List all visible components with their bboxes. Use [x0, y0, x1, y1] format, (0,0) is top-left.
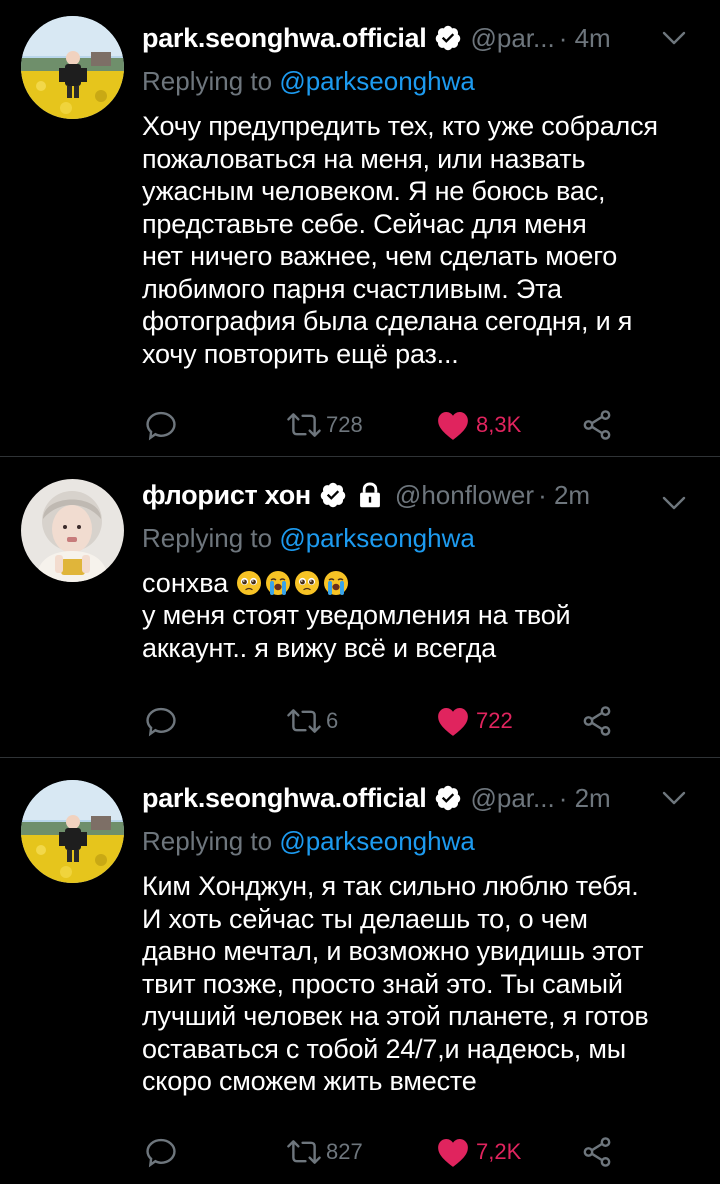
- replying-to: Replying to @parkseonghwa: [142, 523, 475, 553]
- author-handle[interactable]: @par...: [470, 23, 554, 54]
- like-count: 722: [476, 708, 513, 733]
- like-button[interactable]: 722: [436, 701, 513, 741]
- verified-badge-icon: [320, 482, 346, 508]
- reply-icon: [146, 411, 176, 441]
- loudly-crying-face-icon: [324, 571, 349, 595]
- replying-handle-link[interactable]: @parkseonghwa: [279, 826, 475, 856]
- share-icon: [583, 1137, 611, 1167]
- heart-icon: [438, 707, 468, 736]
- replying-to: Replying to @parkseonghwa: [142, 66, 475, 96]
- tweet-actions: 6 722: [142, 701, 622, 741]
- author-handle[interactable]: @par...: [470, 783, 554, 814]
- heart-icon: [438, 411, 468, 440]
- chevron-down-icon[interactable]: [660, 28, 688, 48]
- verified-badge-icon: [436, 785, 461, 811]
- author-name[interactable]: park.seonghwa.official: [142, 23, 427, 54]
- replying-handle-link[interactable]: @parkseonghwa: [279, 66, 475, 96]
- author-name[interactable]: park.seonghwa.official: [142, 783, 427, 814]
- retweet-icon: [287, 709, 321, 733]
- tweet-actions: 728 8,3K: [142, 405, 622, 445]
- author-name[interactable]: флорист хон: [142, 480, 311, 511]
- reply-icon: [146, 707, 176, 737]
- retweet-icon: [287, 1140, 321, 1164]
- like-count: 8,3K: [476, 412, 522, 437]
- tweet-text: Ким Хонджун, я так сильно люблю тебя. И …: [142, 871, 649, 1096]
- reply-icon: [146, 1138, 176, 1168]
- tweet-text: Хочу предупредить тех, кто уже собрался …: [142, 111, 658, 369]
- like-button[interactable]: 7,2K: [436, 1132, 521, 1172]
- verified-badge-icon: [436, 25, 461, 51]
- replying-handle-link[interactable]: @parkseonghwa: [279, 523, 475, 553]
- timestamp[interactable]: · 2m: [559, 783, 611, 814]
- share-icon: [583, 706, 611, 736]
- chevron-down-icon[interactable]: [660, 788, 688, 808]
- timestamp[interactable]: · 4m: [559, 23, 611, 54]
- reply-button[interactable]: [144, 701, 178, 741]
- like-button[interactable]: 8,3K: [436, 405, 521, 445]
- tweet[interactable]: флорист хон @honflower · 2m Replying to …: [0, 457, 720, 758]
- timestamp[interactable]: · 2m: [538, 480, 590, 511]
- replying-to: Replying to @parkseonghwa: [142, 826, 475, 856]
- retweet-count: 827: [326, 1139, 363, 1164]
- tweet-text-first-line: сонхва: [142, 567, 700, 599]
- like-count: 7,2K: [476, 1139, 522, 1164]
- pleading-face-icon: [237, 571, 262, 595]
- retweet-icon: [287, 413, 321, 437]
- retweet-button[interactable]: 827: [284, 1132, 363, 1172]
- retweet-button[interactable]: 6: [284, 701, 338, 741]
- avatar[interactable]: [21, 479, 124, 582]
- reply-button[interactable]: [144, 1132, 178, 1172]
- tweet[interactable]: park.seonghwa.official @par... · 4m Repl…: [0, 0, 720, 457]
- avatar[interactable]: [21, 16, 124, 119]
- share-button[interactable]: [580, 1132, 614, 1172]
- tweet-actions: 827 7,2K: [142, 1132, 622, 1172]
- retweet-count: 6: [326, 708, 339, 733]
- share-button[interactable]: [580, 701, 614, 741]
- tweet[interactable]: park.seonghwa.official @par... · 2m Repl…: [0, 758, 720, 1184]
- share-button[interactable]: [580, 405, 614, 445]
- share-icon: [583, 410, 611, 440]
- avatar[interactable]: [21, 780, 124, 883]
- heart-icon: [438, 1138, 468, 1167]
- lock-icon: [360, 482, 380, 508]
- tweet-text: у меня стоят уведомления на твой аккаунт…: [142, 600, 571, 663]
- retweet-count: 728: [326, 412, 363, 437]
- retweet-button[interactable]: 728: [284, 405, 363, 445]
- tweet-text-start: сонхва: [142, 567, 229, 598]
- pleading-face-icon: [295, 571, 320, 595]
- author-handle[interactable]: @honflower: [395, 480, 534, 511]
- reply-button[interactable]: [144, 405, 178, 445]
- loudly-crying-face-icon: [266, 571, 291, 595]
- chevron-down-icon[interactable]: [660, 493, 688, 513]
